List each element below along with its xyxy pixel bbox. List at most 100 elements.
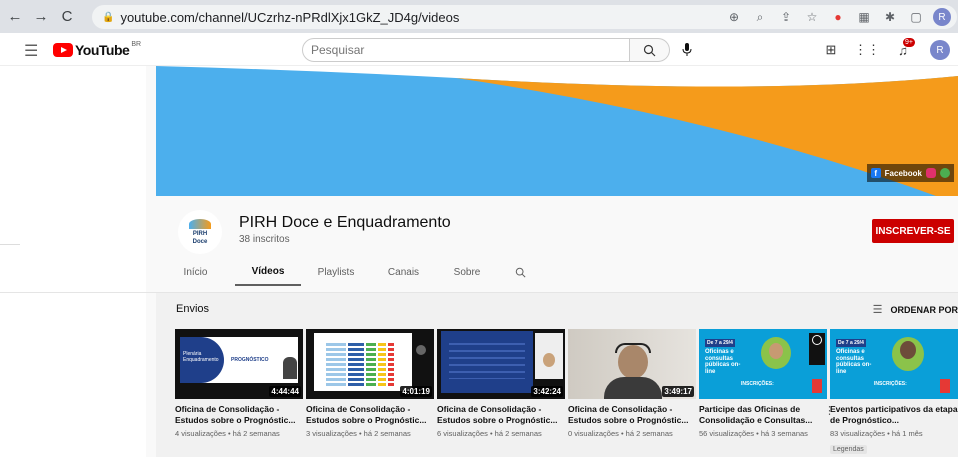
youtube-logo[interactable]: YouTube BR — [53, 40, 142, 58]
subscriber-count: 38 inscritos — [239, 234, 290, 245]
notifications-bell-icon[interactable]: ♫ 9+ — [894, 38, 915, 59]
thumb-date: De 7 a 29/4 — [705, 339, 735, 347]
youtube-play-icon — [53, 43, 73, 57]
video-card[interactable]: 3:49:17 Oficina de Consolidação - Estudo… — [568, 329, 696, 456]
video-thumbnail[interactable]: De 7 a 29/4 Oficinas e consultas pública… — [699, 329, 827, 399]
voice-search-mic-icon[interactable] — [676, 39, 698, 61]
apps-grid-icon[interactable]: ⋮⋮ — [854, 41, 880, 59]
create-video-icon[interactable]: ⊞ — [822, 41, 840, 59]
thumb-date: De 7 a 29/4 — [836, 339, 866, 347]
channel-header: PIRH Doce PIRH Doce e Enquadramento 38 i… — [156, 196, 958, 292]
sidebar-divider — [0, 244, 20, 245]
captions-badge: Legendas — [830, 445, 867, 454]
zoom-icon[interactable]: ⌕ — [751, 8, 769, 26]
tab-search-icon[interactable] — [498, 258, 542, 286]
thumb-subtitle: PROGNÓSTICO — [231, 357, 269, 363]
thumb-signup: INSCRIÇÕES: — [741, 381, 774, 387]
search-input[interactable] — [303, 39, 629, 61]
video-card[interactable]: 4:01:19 Oficina de Consolidação - Estudo… — [306, 329, 434, 456]
video-thumbnail[interactable]: 4:01:19 — [306, 329, 434, 399]
extension-grid-icon[interactable]: ▦ — [855, 8, 873, 26]
channel-name: PIRH Doce e Enquadramento — [239, 214, 451, 231]
more-options-icon[interactable]: ⋮ — [824, 404, 835, 417]
address-bar-actions: ⊕ ⌕ ⇪ ☆ ● ▦ ✱ ▢ R — [725, 7, 951, 27]
header-actions: ⊞ ⋮⋮ ♫ 9+ R — [822, 38, 950, 62]
video-title[interactable]: Oficina de Consolidação - Estudos sobre … — [568, 404, 696, 426]
video-thumbnail[interactable]: 3:42:24 — [437, 329, 565, 399]
install-app-icon[interactable]: ⊕ — [725, 8, 743, 26]
tab-sobre[interactable]: Sobre — [436, 258, 498, 286]
tab-playlists[interactable]: Playlists — [301, 258, 371, 286]
youtube-header: ☰ YouTube BR ⊞ ⋮⋮ ♫9+ R — [0, 33, 958, 66]
watch-later-icon[interactable] — [812, 335, 822, 345]
video-card[interactable]: Plenária Enquadramento PROGNÓSTICO 4:44:… — [175, 329, 303, 456]
video-thumbnail[interactable]: De 7 a 29/4 Oficinas e consultas pública… — [830, 329, 958, 399]
extensions-puzzle-icon[interactable]: ✱ — [881, 8, 899, 26]
menu-hamburger-icon[interactable]: ☰ — [24, 41, 38, 61]
search-button[interactable] — [630, 38, 670, 62]
account-avatar[interactable]: R — [930, 40, 950, 60]
video-card[interactable]: De 7 a 29/4 Oficinas e consultas pública… — [830, 329, 958, 456]
thumb-headline: Oficinas e consultas públicas on-line — [705, 349, 741, 375]
subscribe-button[interactable]: INSCREVER-SE — [872, 219, 954, 243]
video-title[interactable]: Oficina de Consolidação - Estudos sobre … — [175, 404, 303, 426]
channel-avatar[interactable]: PIRH Doce — [178, 210, 222, 254]
notification-count-badge: 9+ — [903, 38, 915, 47]
section-title: Envios — [176, 303, 210, 315]
thumb-headline: Oficinas e consultas públicas on-line — [836, 349, 872, 375]
video-meta: 83 visualizações • há 1 mês — [830, 429, 923, 438]
left-sidebar — [0, 66, 146, 457]
video-card[interactable]: 3:42:24 Oficina de Consolidação - Estudo… — [437, 329, 565, 456]
thumb-signup: INSCRIÇÕES: — [874, 381, 907, 387]
back-icon[interactable]: ← — [4, 6, 26, 28]
videos-section: Envios ☰ ORDENAR POR Plenária Enquadrame… — [156, 293, 958, 457]
video-meta: 56 visualizações • há 3 semanas — [699, 429, 808, 438]
video-title[interactable]: Oficina de Consolidação - Estudos sobre … — [306, 404, 434, 426]
sort-label: ORDENAR POR — [890, 304, 958, 315]
thumb-title: Plenária Enquadramento — [183, 351, 219, 363]
bookmark-star-icon[interactable]: ☆ — [803, 8, 821, 26]
logo-region: BR — [131, 40, 142, 48]
video-title[interactable]: Eventos participativos da etapa de Progn… — [830, 404, 958, 426]
banner-graphic — [156, 66, 958, 196]
address-bar[interactable]: 🔒 youtube.com/channel/UCzrhz-nPRdlXjx1Gk… — [92, 5, 957, 29]
social-link-icon[interactable] — [940, 168, 950, 178]
channel-banner: f Facebook — [156, 66, 958, 196]
video-meta: 4 visualizações • há 2 semanas — [175, 429, 280, 438]
browser-profile-avatar[interactable]: R — [933, 8, 951, 26]
lock-icon: 🔒 — [102, 11, 115, 23]
facebook-icon[interactable]: f — [870, 168, 881, 178]
side-panel-icon[interactable]: ▢ — [907, 8, 925, 26]
video-thumbnail[interactable]: 3:49:17 — [568, 329, 696, 399]
video-title[interactable]: Participe das Oficinas de Consolidação e… — [699, 404, 827, 426]
channel-logo-text-2: Doce — [192, 239, 208, 245]
extension-icon[interactable]: ● — [829, 8, 847, 26]
video-duration: 4:01:19 — [400, 386, 432, 397]
search-icon — [643, 44, 656, 56]
browser-toolbar: ← → C 🔒 youtube.com/channel/UCzrhz-nPRdl… — [0, 0, 958, 33]
sort-button[interactable]: ☰ ORDENAR POR — [873, 303, 958, 316]
video-thumbnail[interactable]: Plenária Enquadramento PROGNÓSTICO 4:44:… — [175, 329, 303, 399]
forward-icon[interactable]: → — [30, 6, 52, 28]
social-links: f Facebook — [866, 164, 954, 182]
tab-videos[interactable]: Vídeos — [235, 258, 301, 286]
tab-canais[interactable]: Canais — [371, 258, 436, 286]
share-icon[interactable]: ⇪ — [777, 8, 795, 26]
url-text[interactable]: youtube.com/channel/UCzrhz-nPRdlXjx1GkZ_… — [120, 10, 459, 25]
video-card[interactable]: De 7 a 29/4 Oficinas e consultas pública… — [699, 329, 835, 456]
channel-tabs: Início Vídeos Playlists Canais Sobre — [156, 258, 542, 286]
logo-text: YouTube — [75, 42, 130, 58]
video-grid: Plenária Enquadramento PROGNÓSTICO 4:44:… — [175, 329, 958, 456]
video-meta: 6 visualizações • há 2 semanas — [437, 429, 542, 438]
sort-icon: ☰ — [872, 304, 883, 316]
channel-logo-text-1: PIRH — [192, 231, 208, 237]
video-meta: 3 visualizações • há 2 semanas — [306, 429, 411, 438]
reload-icon[interactable]: C — [56, 6, 78, 28]
facebook-link[interactable]: Facebook — [885, 169, 922, 178]
video-duration: 3:49:17 — [662, 386, 694, 397]
video-title[interactable]: Oficina de Consolidação - Estudos sobre … — [437, 404, 565, 426]
tab-inicio[interactable]: Início — [156, 258, 235, 286]
instagram-icon[interactable] — [926, 168, 936, 178]
search-field[interactable] — [302, 38, 630, 62]
video-duration: 4:44:44 — [269, 386, 301, 397]
